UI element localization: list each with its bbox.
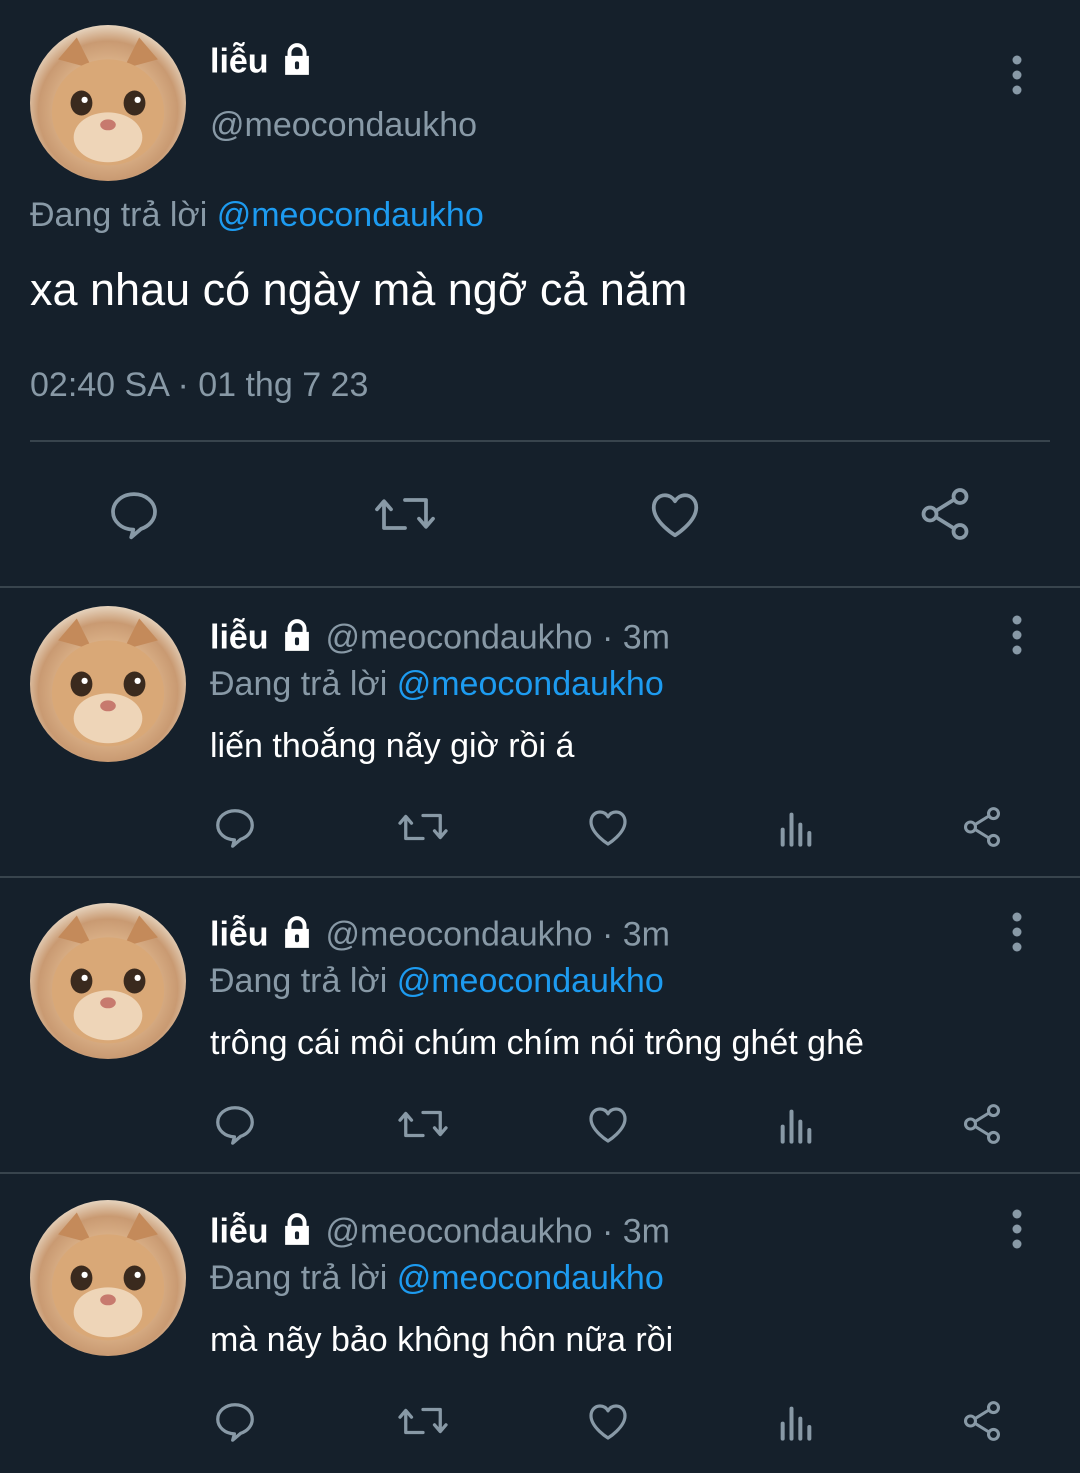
tweet-text: xa nhau có ngày mà ngỡ cả năm <box>30 264 688 315</box>
reply-time: · 3m <box>601 1212 670 1251</box>
share-icon[interactable] <box>915 484 975 544</box>
lock-icon <box>278 40 316 87</box>
reply-icon[interactable] <box>212 1398 258 1444</box>
reply-prefix: Đang trả lời <box>210 665 388 703</box>
handle[interactable]: @meocondaukho <box>325 618 592 656</box>
reply-prefix: Đang trả lời <box>210 962 388 1000</box>
lock-icon <box>278 913 316 960</box>
handle[interactable]: @meocondaukho <box>325 915 592 953</box>
tweet-text: trông cái môi chúm chím nói trông ghét g… <box>210 1024 864 1062</box>
handle[interactable]: @meocondaukho <box>325 1212 592 1250</box>
divider <box>0 586 1080 588</box>
views-icon[interactable] <box>776 1402 816 1442</box>
views-icon[interactable] <box>776 1105 816 1145</box>
like-icon[interactable] <box>584 1100 632 1148</box>
reply-prefix: Đang trả lời <box>210 1259 388 1297</box>
display-name[interactable]: liễu <box>210 618 269 656</box>
display-name[interactable]: liễu <box>210 42 269 80</box>
display-name[interactable]: liễu <box>210 1212 269 1250</box>
share-icon[interactable] <box>959 1398 1005 1444</box>
reply-time: · 3m <box>601 618 670 657</box>
timestamp[interactable]: 02:40 SA · 01 thg 7 23 <box>30 366 368 405</box>
cat-avatar-image <box>51 618 165 747</box>
more-icon[interactable] <box>1003 54 1031 96</box>
tweet-text: liến thoắng nãy giờ rồi á <box>210 727 575 765</box>
avatar[interactable] <box>30 606 186 762</box>
views-icon[interactable] <box>776 808 816 848</box>
avatar[interactable] <box>30 25 186 181</box>
retweet-icon[interactable] <box>396 1101 450 1147</box>
reply-to-link[interactable]: @meocondaukho <box>397 962 664 1000</box>
lock-icon <box>278 1210 316 1257</box>
reply-to-link[interactable]: @meocondaukho <box>397 665 664 703</box>
avatar[interactable] <box>30 903 186 1059</box>
avatar[interactable] <box>30 1200 186 1356</box>
divider <box>0 876 1080 878</box>
cat-avatar-image <box>51 1212 165 1341</box>
reply-icon[interactable] <box>212 1101 258 1147</box>
reply-prefix: Đang trả lời <box>30 196 208 234</box>
cat-avatar-image <box>51 915 165 1044</box>
reply-to-link[interactable]: @meocondaukho <box>217 196 484 234</box>
display-name[interactable]: liễu <box>210 915 269 953</box>
divider <box>30 440 1050 442</box>
like-icon[interactable] <box>584 1397 632 1445</box>
retweet-icon[interactable] <box>396 804 450 850</box>
divider <box>0 1172 1080 1174</box>
more-icon[interactable] <box>1003 1208 1031 1250</box>
more-icon[interactable] <box>1003 614 1031 656</box>
retweet-icon[interactable] <box>396 1398 450 1444</box>
reply-time: · 3m <box>601 915 670 954</box>
lock-icon <box>278 616 316 663</box>
share-icon[interactable] <box>959 804 1005 850</box>
like-icon[interactable] <box>584 803 632 851</box>
reply-icon[interactable] <box>106 486 162 542</box>
tweet-text: mà nãy bảo không hôn nữa rồi <box>210 1321 674 1359</box>
like-icon[interactable] <box>645 484 705 544</box>
cat-avatar-image <box>51 37 165 166</box>
share-icon[interactable] <box>959 1101 1005 1147</box>
handle[interactable]: @meocondaukho <box>210 106 477 145</box>
reply-icon[interactable] <box>212 804 258 850</box>
reply-to-link[interactable]: @meocondaukho <box>397 1259 664 1297</box>
more-icon[interactable] <box>1003 911 1031 953</box>
retweet-icon[interactable] <box>372 486 438 542</box>
